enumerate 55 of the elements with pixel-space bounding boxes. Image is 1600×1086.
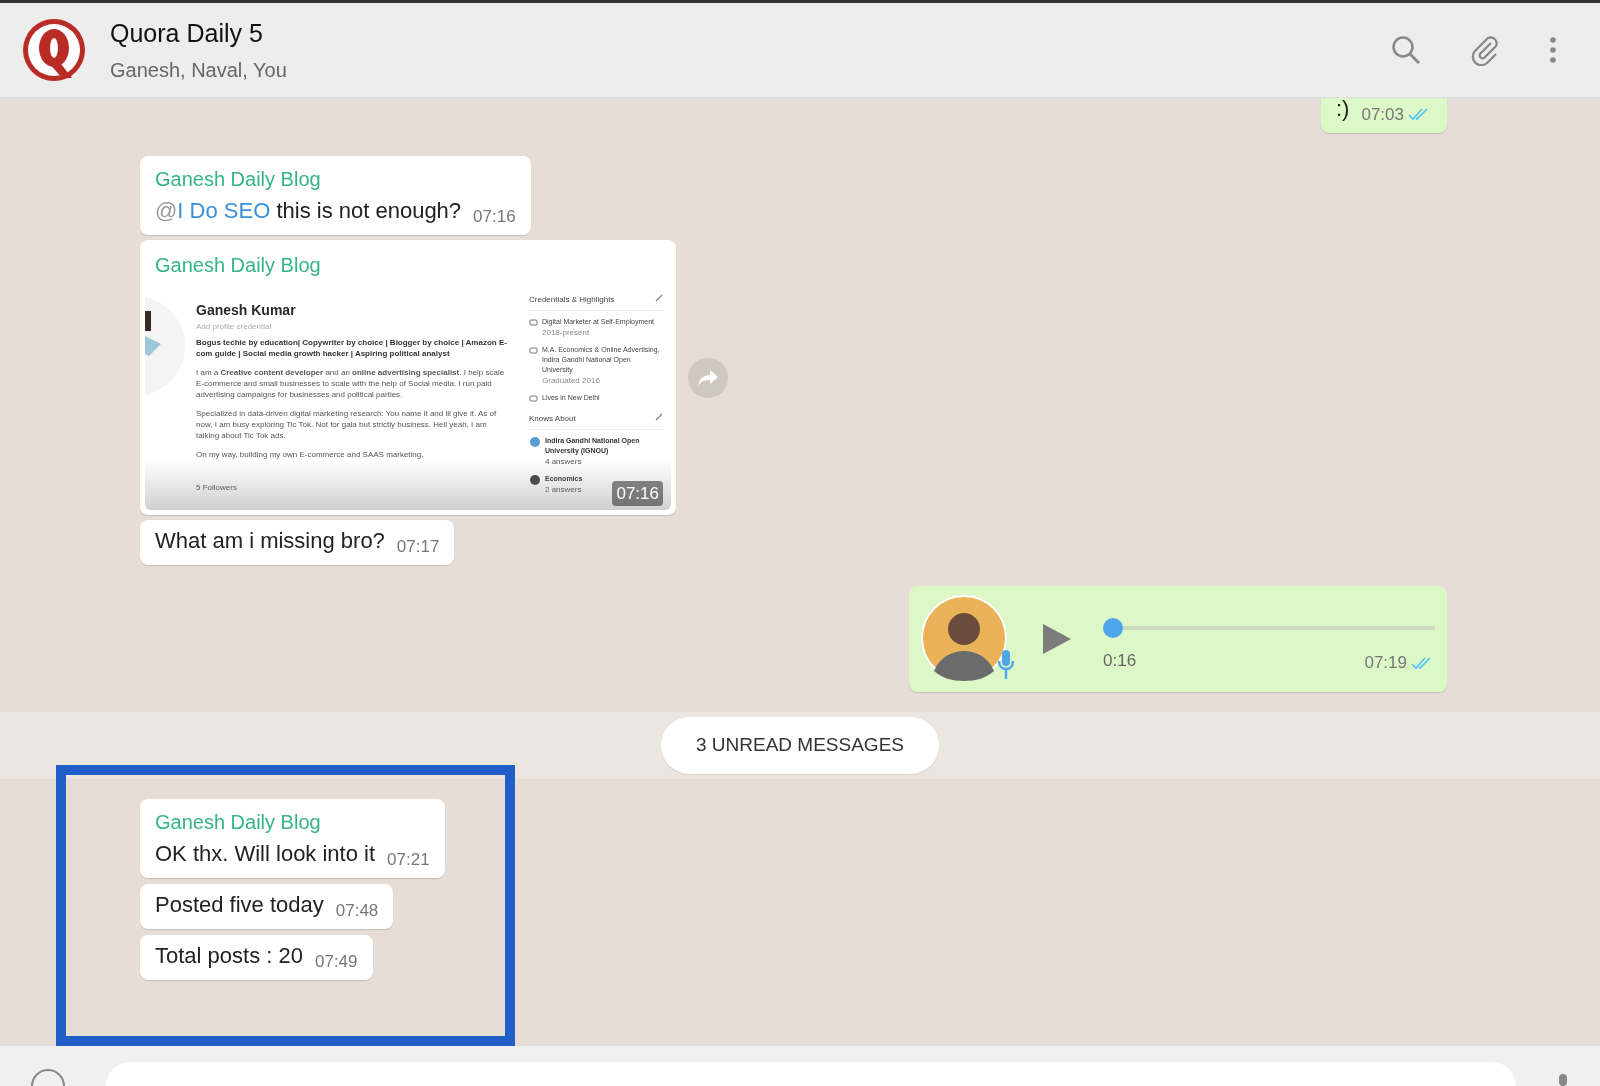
microphone-icon[interactable]: [1556, 1072, 1570, 1086]
menu-button[interactable]: [1548, 35, 1558, 65]
more-options-icon: [1550, 37, 1556, 63]
message-text: Posted five today: [155, 891, 324, 920]
topic-icon: [529, 436, 541, 448]
profile-credential: Add profile credential: [196, 321, 273, 333]
audio-progress-handle[interactable]: [1103, 618, 1123, 639]
play-icon: [1042, 623, 1072, 655]
message-time: 07:19: [1364, 652, 1407, 675]
profile-paragraph: On my way, building my own E-commerce and SAAS marketing.: [196, 449, 425, 460]
sender-name: Ganesh Daily Blog: [155, 167, 322, 192]
paperclip-icon: [1469, 34, 1501, 66]
message-time: 07:16: [473, 205, 516, 228]
emoji-icon[interactable]: [30, 1066, 66, 1086]
message-text: What am i missing bro?: [155, 527, 385, 555]
credential-date: 2018-present: [542, 327, 591, 339]
message-text: @I Do SEO this is not enough?: [155, 197, 462, 225]
forward-icon: [697, 369, 719, 387]
chat-title: Quora Daily 5: [110, 18, 264, 50]
chat-participants: Ganesh, Naval, You: [110, 57, 287, 83]
profile-headline: Bogus techie by education| Copywriter by choice | Blogger by choice | Amazon E-com guide | Social media growth hacker | Aspiring political analyst: [196, 337, 508, 359]
message-time: 07:03: [1361, 103, 1404, 126]
message-time: 07:16: [612, 480, 663, 506]
credential-icon: [529, 394, 538, 403]
audio-duration: 0:16: [1103, 650, 1137, 673]
microphone-icon: [997, 649, 1015, 681]
profile-paragraph: I am a Creative content developer and an online advertising specialist. I help scale E-commerce and small businesses to scale with the help of Social media. I run paid advertising campaigns for businesses and political parties.: [196, 367, 506, 400]
search-icon: [1391, 35, 1421, 65]
section-title: Credentials & Highlights: [529, 294, 615, 306]
unread-messages-banner: 3 UNREAD MESSAGES: [661, 717, 939, 774]
sender-name: Ganesh Daily Blog: [155, 810, 322, 836]
topic-icon: [529, 474, 541, 486]
profile-name: Ganesh Kumar: [196, 301, 297, 320]
pencil-icon: [655, 294, 663, 302]
forward-button[interactable]: [688, 358, 728, 398]
message-time: 07:48: [335, 899, 379, 922]
follower-count: 5 Followers: [196, 482, 238, 494]
answer-count: 2 answers: [545, 484, 583, 496]
credential-icon: [529, 318, 538, 327]
credential-date: Graduated 2016: [542, 375, 601, 387]
message-text: Total posts : 20: [155, 942, 303, 971]
section-title: Knows About: [529, 413, 576, 425]
credential-icon: [529, 346, 538, 355]
message-time: 07:49: [315, 950, 358, 973]
message-time: 07:17: [396, 535, 440, 558]
message-text: OK thx. Will look into it: [155, 840, 376, 869]
pencil-icon: [655, 413, 663, 421]
search-button[interactable]: [1390, 34, 1422, 66]
group-avatar[interactable]: [22, 18, 86, 82]
sender-name: Ganesh Daily Blog: [155, 253, 322, 278]
message-time: 07:21: [387, 848, 430, 871]
play-button[interactable]: [1041, 622, 1073, 656]
answer-count: 4 answers: [545, 456, 583, 468]
message-text: :): [1336, 98, 1350, 123]
profile-paragraph: Specialized in data-driven digital marketing research: You name it and ill give it. As of now, I am busy exploring Tic Tok. Not for gala but strictly business. Hell yeah, I am talking about Tic Tok ads.: [196, 408, 498, 441]
